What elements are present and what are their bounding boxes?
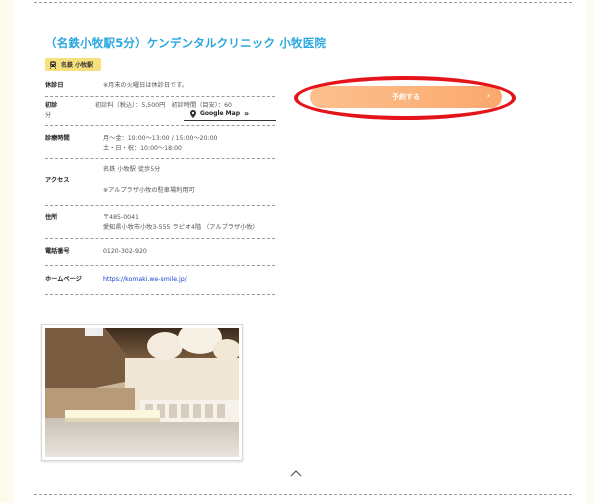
info-value-2: 愛知県小牧市小牧3-555 ラピオ4階 （アルプラザ小牧） bbox=[103, 224, 259, 231]
info-value: 名鉄 小牧駅 徒歩5分 bbox=[103, 166, 161, 173]
google-map-link[interactable]: Google Map » bbox=[184, 109, 276, 121]
chevron-up-icon[interactable] bbox=[289, 468, 303, 478]
info-row-phone: 電話番号 0120-302-920 bbox=[45, 239, 275, 266]
station-badge: 名鉄 小牧駅 bbox=[45, 58, 102, 71]
top-divider bbox=[34, 2, 572, 3]
map-pin-icon bbox=[190, 109, 196, 118]
info-label: 住所 bbox=[45, 214, 58, 221]
reserve-button-label: 予約する bbox=[392, 93, 420, 101]
info-value-2: 土・日・祝：10:00～18:00 bbox=[103, 145, 182, 152]
station-badge-label: 名鉄 小牧駅 bbox=[61, 62, 94, 69]
info-row-hours: 診療時間 月～金：10:00～13:00 / 15:00～20:00 土・日・祝… bbox=[45, 126, 275, 159]
info-label: 休診日 bbox=[45, 82, 64, 89]
clinic-photo bbox=[41, 324, 243, 461]
info-value: 〒485-0041 bbox=[103, 214, 139, 221]
info-row-address: 住所 〒485-0041 愛知県小牧市小牧3-555 ラピオ4階 （アルプラザ小… bbox=[45, 206, 275, 239]
info-label: アクセス bbox=[45, 177, 70, 184]
reserve-button[interactable]: 予約する › bbox=[310, 86, 502, 108]
info-label: 電話番号 bbox=[45, 248, 70, 255]
info-value: ※月末の火曜日は休診日です。 bbox=[103, 82, 189, 89]
info-row-access: アクセス 名鉄 小牧駅 徒歩5分 ※アルプラザ小牧の駐車場利用可 bbox=[45, 159, 275, 206]
clinic-title[interactable]: （名鉄小牧駅5分）ケンデンタルクリニック 小牧医院 bbox=[45, 35, 326, 51]
clinic-card: （名鉄小牧駅5分）ケンデンタルクリニック 小牧医院 名鉄 小牧駅 休診日 ※月末… bbox=[14, 0, 586, 503]
info-row-holiday: 休診日 ※月末の火曜日は休診日です。 bbox=[45, 76, 275, 97]
info-value: 0120-302-920 bbox=[103, 248, 147, 255]
info-label: 診療時間 bbox=[45, 135, 70, 142]
train-icon bbox=[49, 60, 57, 69]
info-row-homepage: ホームページ https://komaki.we-smile.jp/ bbox=[45, 266, 275, 295]
homepage-link[interactable]: https://komaki.we-smile.jp/ bbox=[103, 276, 187, 283]
info-label-wrap: 分 bbox=[45, 112, 52, 119]
double-chevron-icon: » bbox=[244, 109, 250, 118]
chevron-right-icon: › bbox=[486, 91, 490, 100]
bottom-divider bbox=[34, 494, 572, 495]
info-label: ホームページ bbox=[45, 276, 82, 283]
info-value-2: ※アルプラザ小牧の駐車場利用可 bbox=[103, 187, 195, 194]
google-map-label: Google Map bbox=[200, 110, 240, 117]
info-value: https://komaki.we-smile.jp/ bbox=[103, 275, 187, 285]
info-value: 月～金：10:00～13:00 / 15:00～20:00 bbox=[103, 135, 218, 142]
clinic-interior-image bbox=[45, 328, 239, 457]
info-label: 初診 bbox=[45, 102, 58, 109]
